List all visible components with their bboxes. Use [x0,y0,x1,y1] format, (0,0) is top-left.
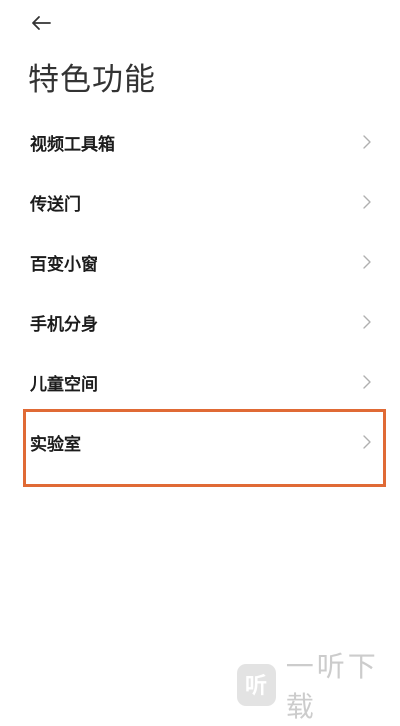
menu-item-label: 视频工具箱 [30,134,115,155]
chevron-right-icon [362,374,372,390]
watermark-text: 一听下载 [285,650,379,723]
menu-item-label: 传送门 [30,194,81,215]
watermark-logo: 听 [237,664,276,706]
menu-item-label: 儿童空间 [30,374,98,395]
feature-list: 视频工具箱 传送门 百变小窗 手机分身 儿童空间 实验室 [0,112,400,472]
chevron-right-icon [362,254,372,270]
menu-item-portal[interactable]: 传送门 [0,172,400,232]
chevron-right-icon [362,134,372,150]
page-title: 特色功能 [28,62,156,98]
svg-text:听: 听 [245,674,267,699]
back-button[interactable] [26,8,56,38]
watermark: 听 一听下载 [237,650,400,723]
menu-item-kids-space[interactable]: 儿童空间 [0,352,400,412]
arrow-left-icon [32,16,51,30]
menu-item-label: 实验室 [30,434,81,455]
menu-item-label: 手机分身 [30,314,98,335]
menu-item-label: 百变小窗 [30,254,98,275]
chevron-right-icon [362,194,372,210]
menu-item-floating-window[interactable]: 百变小窗 [0,232,400,292]
menu-item-video-toolbox[interactable]: 视频工具箱 [0,112,400,172]
menu-item-second-space[interactable]: 手机分身 [0,292,400,352]
chevron-right-icon [362,434,372,450]
menu-item-lab[interactable]: 实验室 [0,412,400,472]
chevron-right-icon [362,314,372,330]
